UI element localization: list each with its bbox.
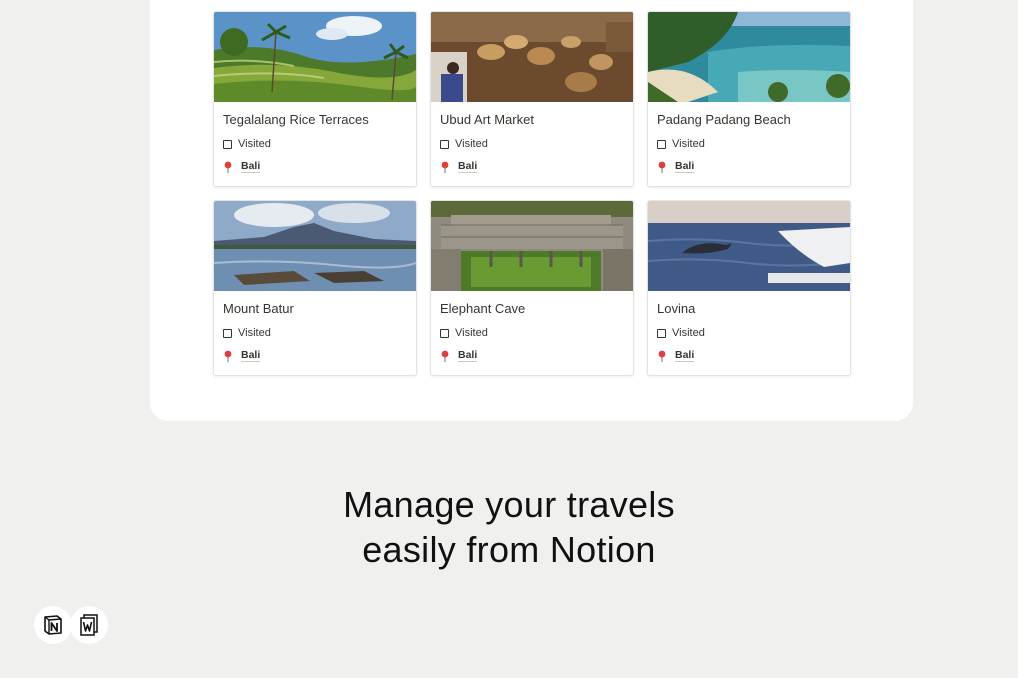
location-link[interactable]: Bali (458, 349, 478, 362)
pin-icon (224, 161, 232, 173)
visited-checkbox[interactable] (223, 139, 232, 149)
location-link[interactable]: Bali (458, 160, 478, 173)
location-property: Bali (223, 349, 261, 362)
visited-property: Visited (223, 327, 271, 339)
visited-checkbox[interactable] (657, 328, 666, 338)
card-title: Mount Batur (223, 301, 294, 316)
location-property: Bali (440, 349, 478, 362)
location-property: Bali (657, 160, 695, 173)
visited-checkbox[interactable] (657, 139, 666, 149)
card-title: Lovina (657, 301, 696, 316)
visited-property: Visited (223, 138, 271, 150)
gallery-card[interactable]: Mount Batur Visited Bali (213, 200, 417, 376)
notion-w-logo-icon (70, 606, 108, 644)
gallery-card[interactable]: Lovina Visited Bali (647, 200, 851, 376)
card-title: Padang Padang Beach (657, 112, 791, 127)
card-cover-image (214, 12, 416, 102)
location-link[interactable]: Bali (241, 349, 261, 362)
gallery-card[interactable]: Elephant Cave Visited Bali (430, 200, 634, 376)
pin-icon (224, 350, 232, 362)
card-cover-image (431, 201, 633, 291)
headline-line-2: easily from Notion (362, 529, 656, 570)
visited-checkbox[interactable] (440, 328, 449, 338)
visited-checkbox[interactable] (440, 139, 449, 149)
card-cover-image (214, 201, 416, 291)
visited-property: Visited (440, 327, 488, 339)
headline: Manage your travels easily from Notion (0, 482, 1018, 572)
gallery-card[interactable]: Padang Padang Beach Visited Bali (647, 11, 851, 187)
gallery-card[interactable]: Ubud Art Market Visited Bali (430, 11, 634, 187)
location-property: Bali (440, 160, 478, 173)
visited-label: Visited (455, 138, 488, 150)
visited-property: Visited (657, 138, 705, 150)
card-title: Elephant Cave (440, 301, 526, 316)
pin-icon (658, 161, 666, 173)
gallery-card[interactable]: Tegalalang Rice Terraces Visited Bali (213, 11, 417, 187)
location-link[interactable]: Bali (675, 160, 695, 173)
gallery-panel: Tegalalang Rice Terraces Visited Bali Ub… (150, 0, 913, 421)
card-cover-image (648, 12, 850, 102)
location-property: Bali (657, 349, 695, 362)
visited-label: Visited (672, 138, 705, 150)
visited-label: Visited (455, 327, 488, 339)
location-property: Bali (223, 160, 261, 173)
visited-checkbox[interactable] (223, 328, 232, 338)
card-cover-image (431, 12, 633, 102)
card-title: Ubud Art Market (440, 112, 534, 127)
visited-label: Visited (238, 138, 271, 150)
card-cover-image (648, 201, 850, 291)
visited-property: Visited (657, 327, 705, 339)
headline-line-1: Manage your travels (343, 484, 675, 525)
visited-label: Visited (672, 327, 705, 339)
card-title: Tegalalang Rice Terraces (223, 112, 369, 127)
location-link[interactable]: Bali (675, 349, 695, 362)
notion-logo-icon (34, 606, 72, 644)
pin-icon (441, 350, 449, 362)
pin-icon (658, 350, 666, 362)
location-link[interactable]: Bali (241, 160, 261, 173)
visited-property: Visited (440, 138, 488, 150)
pin-icon (441, 161, 449, 173)
visited-label: Visited (238, 327, 271, 339)
